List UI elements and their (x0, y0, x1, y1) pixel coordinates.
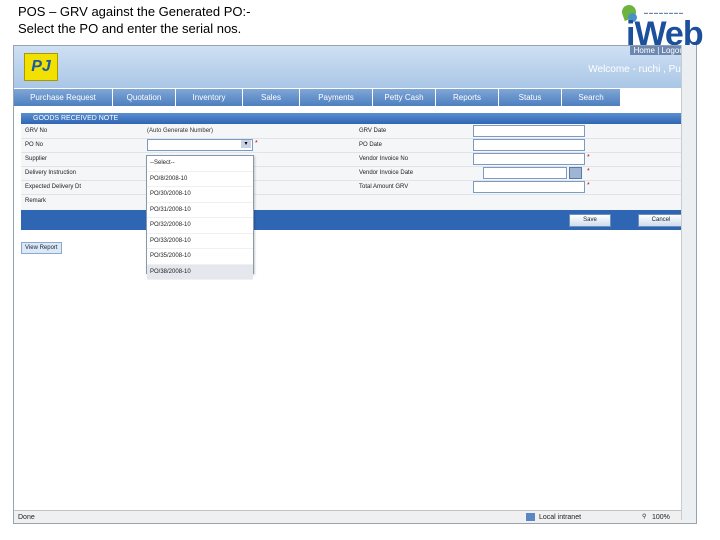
delivery-instruction-label: Delivery Instruction (25, 170, 77, 176)
dropdown-option[interactable]: PO/8/2008-10 (147, 172, 253, 187)
remark-label: Remark (25, 198, 47, 204)
vendor-invoice-date-input[interactable] (483, 167, 567, 179)
calendar-icon[interactable] (569, 167, 582, 179)
view-report-button[interactable]: View Report (21, 242, 62, 254)
slide-title-line1: POS – GRV against the Generated PO:- (18, 4, 251, 19)
action-bar: Save Cancel (21, 210, 689, 230)
required-marker: * (587, 154, 590, 161)
nav-quotation[interactable]: Quotation (113, 89, 176, 106)
status-bar: Done Local intranet ⚲ 100% (14, 510, 696, 523)
required-marker: * (587, 168, 590, 175)
nav-payments[interactable]: Payments (300, 89, 373, 106)
vendor-invoice-no-label: Vendor Invoice No (359, 156, 409, 162)
slide-title-line2: Select the PO and enter the serial nos. (18, 21, 242, 36)
nav-inventory[interactable]: Inventory (176, 89, 243, 106)
form-row: Delivery Instruction Vendor Invoice Date… (21, 166, 689, 181)
required-marker: * (255, 140, 258, 147)
globe-icon (526, 513, 535, 521)
po-date-input[interactable] (473, 139, 585, 151)
section-header: GOODS RECEIVED NOTE (21, 113, 689, 124)
po-no-select[interactable] (147, 139, 253, 151)
zoom-icon[interactable]: ⚲ (642, 511, 646, 523)
dropdown-option[interactable]: PO/31/2008-10 (147, 203, 253, 218)
form-row: GRV No (Auto Generate Number) GRV Date (21, 124, 689, 139)
po-no-label: PO No (25, 142, 44, 148)
grv-no-value: (Auto Generate Number) (147, 128, 214, 134)
grv-date-label: GRV Date (359, 128, 387, 134)
cancel-button[interactable]: Cancel (638, 214, 684, 227)
save-button[interactable]: Save (569, 214, 611, 227)
zone-text: Local intranet (539, 514, 582, 521)
section-title: GOODS RECEIVED NOTE (33, 115, 119, 122)
grv-date-input[interactable] (473, 125, 585, 137)
vendor-invoice-no-input[interactable] (473, 153, 585, 165)
dropdown-option[interactable]: PO/30/2008-10 (147, 187, 253, 203)
form-row: Supplier Vendor Invoice No * (21, 152, 689, 167)
dropdown-option[interactable]: PO/32/2008-10 (147, 218, 253, 234)
browser-window: PJ Home | Logout Welcome - ruchi , Pune … (13, 45, 697, 524)
nav-reports[interactable]: Reports (436, 89, 499, 106)
nav-purchase-request[interactable]: Purchase Request (14, 89, 113, 106)
grv-form: GRV No (Auto Generate Number) GRV Date P… (21, 124, 689, 210)
expected-delivery-label: Expected Delivery Dt (25, 184, 82, 190)
dropdown-option[interactable]: PO/33/2008-10 (147, 234, 253, 249)
nav-search[interactable]: Search (562, 89, 621, 106)
scrollbar[interactable] (681, 45, 696, 520)
nav-status[interactable]: Status (499, 89, 562, 106)
supplier-label: Supplier (25, 156, 48, 162)
vendor-invoice-date-label: Vendor Invoice Date (359, 170, 414, 176)
dropdown-option-highlighted[interactable]: PO/38/2008-10 (147, 264, 253, 280)
chevron-down-icon[interactable]: ▾ (241, 140, 251, 148)
required-marker: * (587, 182, 590, 189)
status-text: Done (18, 514, 35, 521)
total-amount-label: Total Amount GRV (359, 184, 409, 190)
main-nav: Purchase Request Quotation Inventory Sal… (14, 89, 696, 106)
po-date-label: PO Date (359, 142, 383, 148)
po-dropdown-list: --Select-- PO/8/2008-10 PO/30/2008-10 PO… (146, 155, 254, 280)
nav-petty-cash[interactable]: Petty Cash (373, 89, 436, 106)
welcome-text: Welcome - ruchi , Pune (588, 64, 692, 75)
nav-sales[interactable]: Sales (243, 89, 300, 106)
slide-title: POS – GRV against the Generated PO:- Sel… (18, 3, 250, 37)
form-row: PO No ▾ * PO Date (21, 138, 689, 153)
dropdown-option[interactable]: --Select-- (147, 156, 253, 172)
dropdown-option[interactable]: PO/35/2008-10 (147, 249, 253, 265)
app-header: PJ Home | Logout Welcome - ruchi , Pune (14, 46, 696, 88)
form-row: Remark (21, 194, 689, 208)
form-row: Expected Delivery Dt Total Amount GRV * (21, 180, 689, 195)
total-amount-input[interactable] (473, 181, 585, 193)
grv-no-label: GRV No (25, 128, 48, 134)
zoom-level[interactable]: 100% (652, 511, 670, 523)
app-logo: PJ (24, 53, 58, 81)
